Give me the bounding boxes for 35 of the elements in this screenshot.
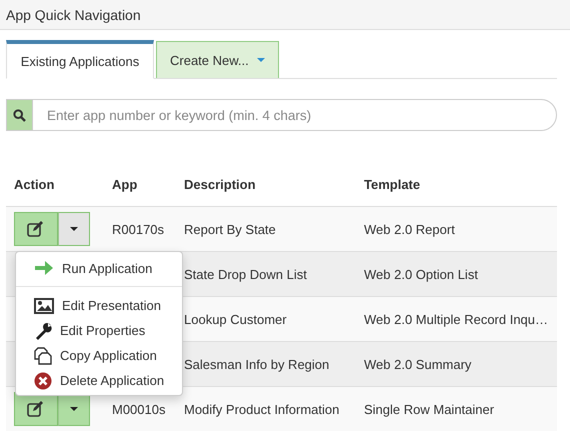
- table-cell-text: Salesman Info by Region: [184, 356, 330, 372]
- copy-icon: [34, 346, 52, 364]
- tab[interactable]: Create New...: [156, 41, 279, 78]
- table-cell-text: Web 2.0 Multiple Record Inqu…: [364, 312, 550, 326]
- column-header: Template: [364, 177, 422, 192]
- edit-button[interactable]: [14, 212, 58, 246]
- search-icon[interactable]: [6, 99, 32, 131]
- menu-item[interactable]: Delete Application: [16, 368, 182, 393]
- caret-icon: [256, 58, 265, 62]
- edit-icon: [27, 221, 45, 237]
- column-header: App: [112, 177, 138, 192]
- table-cell-text: Web 2.0 Summary: [364, 356, 472, 372]
- tab[interactable]: Existing Applications: [6, 40, 154, 79]
- table-cell-text: Modify Product Information: [184, 402, 340, 416]
- table-cell-text: Single Row Maintainer: [364, 402, 496, 416]
- edit-icon: [27, 401, 45, 417]
- column-header: Description: [184, 177, 257, 192]
- menu-item[interactable]: Edit Properties: [16, 318, 182, 343]
- table-cell-text: State Drop Down List: [184, 266, 308, 282]
- menu-item[interactable]: Copy Application: [16, 343, 182, 368]
- search-field[interactable]: Enter app number or keyword (min. 4 chars): [32, 99, 557, 131]
- delete-icon: [34, 372, 52, 390]
- column-header: Action: [14, 177, 56, 192]
- table-cell-text: Web 2.0 Option List: [364, 266, 479, 282]
- menu-item[interactable]: Edit Presentation: [16, 293, 182, 318]
- table-cell-text: Web 2.0 Report: [364, 222, 456, 236]
- table-cell-text: Lookup Customer: [184, 312, 288, 326]
- image-icon: [34, 298, 54, 314]
- table-cell-text: R00170s: [112, 222, 166, 236]
- table-cell-text: Report By State: [184, 222, 277, 236]
- wrench-icon: [34, 322, 52, 340]
- table-cell-text: M00010s: [112, 402, 166, 416]
- menu-item[interactable]: Run Application: [16, 255, 182, 281]
- arrow-right-icon: [34, 260, 54, 276]
- window-title: App Quick Navigation: [0, 0, 570, 30]
